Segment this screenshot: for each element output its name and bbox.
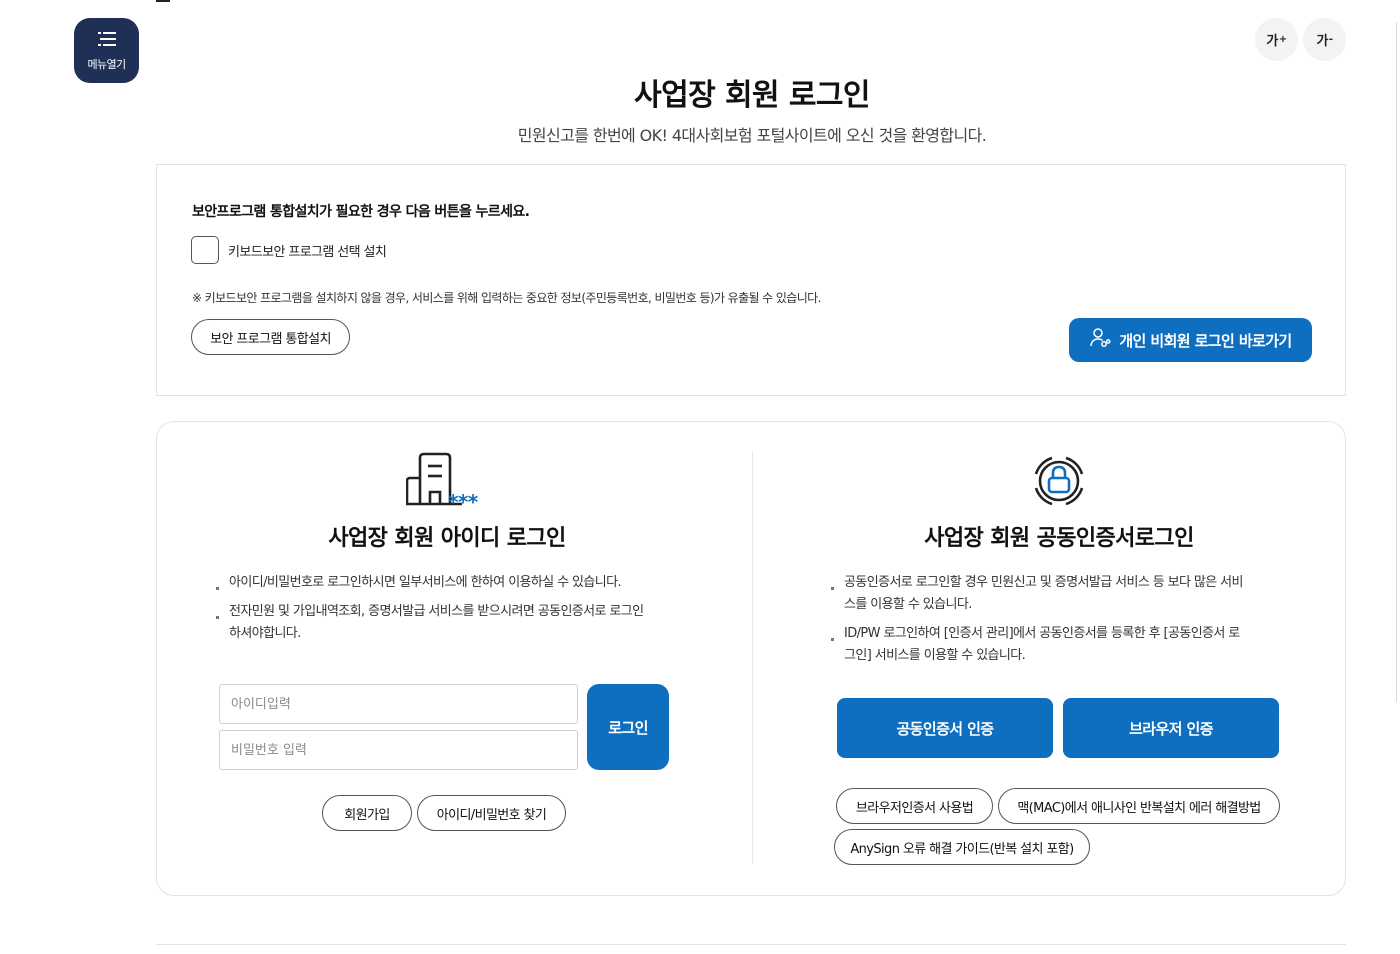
login-button[interactable]: 로그인 (587, 684, 669, 770)
certificate-auth-button[interactable]: 공동인증서 인증 (837, 698, 1053, 758)
minus-icon: - (1328, 34, 1333, 45)
panel-divider (752, 452, 753, 864)
plus-icon: + (1278, 34, 1287, 45)
id-login-title: 사업장 회원 아이디 로그인 (328, 526, 566, 551)
security-warning-note: ※ 키보드보안 프로그램을 설치하지 않을 경우, 서비스를 위해 입력하는 중… (192, 291, 821, 305)
login-card: *** 사업장 회원 아이디 로그인 아이디/비밀번호로 로그인하시면 일부서비… (156, 421, 1346, 896)
mac-anysign-guide-button[interactable]: 맥(MAC)에서 애니사인 반복설치 에러 해결방법 (998, 788, 1280, 824)
cert-login-title: 사업장 회원 공동인증서로그인 (924, 526, 1194, 551)
security-program-section: 보안프로그램 통합설치가 필요한 경우 다음 버튼을 누르세요. 키보드보안 프… (156, 164, 1346, 396)
font-size-increase-button[interactable]: 가 + (1255, 18, 1298, 61)
list-item: 전자민원 및 가입내역조회, 증명서발급 서비스를 받으시려면 공동인증서로 로… (216, 601, 646, 645)
list-item: 공동인증서로 로그인할 경우 민원신고 및 증명서발급 서비스 등 보다 많은 … (831, 572, 1251, 616)
keyboard-security-label: 키보드보안 프로그램 선택 설치 (228, 244, 387, 260)
lock-circle-icon (1030, 452, 1088, 514)
font-decrease-label: 가 (1316, 34, 1329, 49)
user-id-input[interactable] (219, 684, 578, 724)
keyboard-security-option[interactable]: 키보드보안 프로그램 선택 설치 (191, 236, 387, 264)
user-link-icon (1089, 327, 1119, 353)
font-increase-label: 가 (1266, 34, 1278, 49)
svg-text:***: *** (448, 490, 479, 510)
page-subtitle: 민원신고를 한번에 OK! 4대사회보험 포털사이트에 오신 것을 환영합니다. (517, 126, 987, 145)
guest-login-button[interactable]: 개인 비회원 로그인 바로가기 (1069, 318, 1312, 362)
keyboard-security-checkbox[interactable] (191, 236, 219, 264)
hamburger-icon (97, 30, 117, 52)
security-heading: 보안프로그램 통합설치가 필요한 경우 다음 버튼을 누르세요. (192, 204, 530, 220)
font-size-decrease-button[interactable]: 가- (1303, 18, 1346, 61)
page-title: 사업장 회원 로그인 (634, 78, 870, 113)
section-divider (156, 944, 1346, 945)
id-login-notes: 아이디/비밀번호로 로그인하시면 일부서비스에 한하여 이용하실 수 있습니다.… (216, 572, 646, 652)
signup-button[interactable]: 회원가입 (322, 795, 412, 831)
browser-auth-button[interactable]: 브라우저 인증 (1063, 698, 1279, 758)
top-indicator (156, 0, 170, 2)
anysign-error-guide-button[interactable]: AnySign 오류 해결 가이드(반복 설치 포함) (834, 829, 1090, 865)
list-item: ID/PW 로그인하여 [인증서 관리]에서 공동인증서를 등록한 후 [공동인… (831, 623, 1251, 667)
cert-login-notes: 공동인증서로 로그인할 경우 민원신고 및 증명서발급 서비스 등 보다 많은 … (831, 572, 1251, 674)
find-id-password-button[interactable]: 아이디/비밀번호 찾기 (417, 795, 566, 831)
security-install-button[interactable]: 보안 프로그램 통합설치 (191, 319, 350, 355)
building-password-icon: *** (405, 452, 486, 514)
list-item: 아이디/비밀번호로 로그인하시면 일부서비스에 한하여 이용하실 수 있습니다. (216, 572, 646, 594)
browser-cert-guide-button[interactable]: 브라우저인증서 사용법 (836, 788, 993, 824)
password-input[interactable] (219, 730, 578, 770)
guest-login-label: 개인 비회원 로그인 바로가기 (1119, 331, 1292, 350)
